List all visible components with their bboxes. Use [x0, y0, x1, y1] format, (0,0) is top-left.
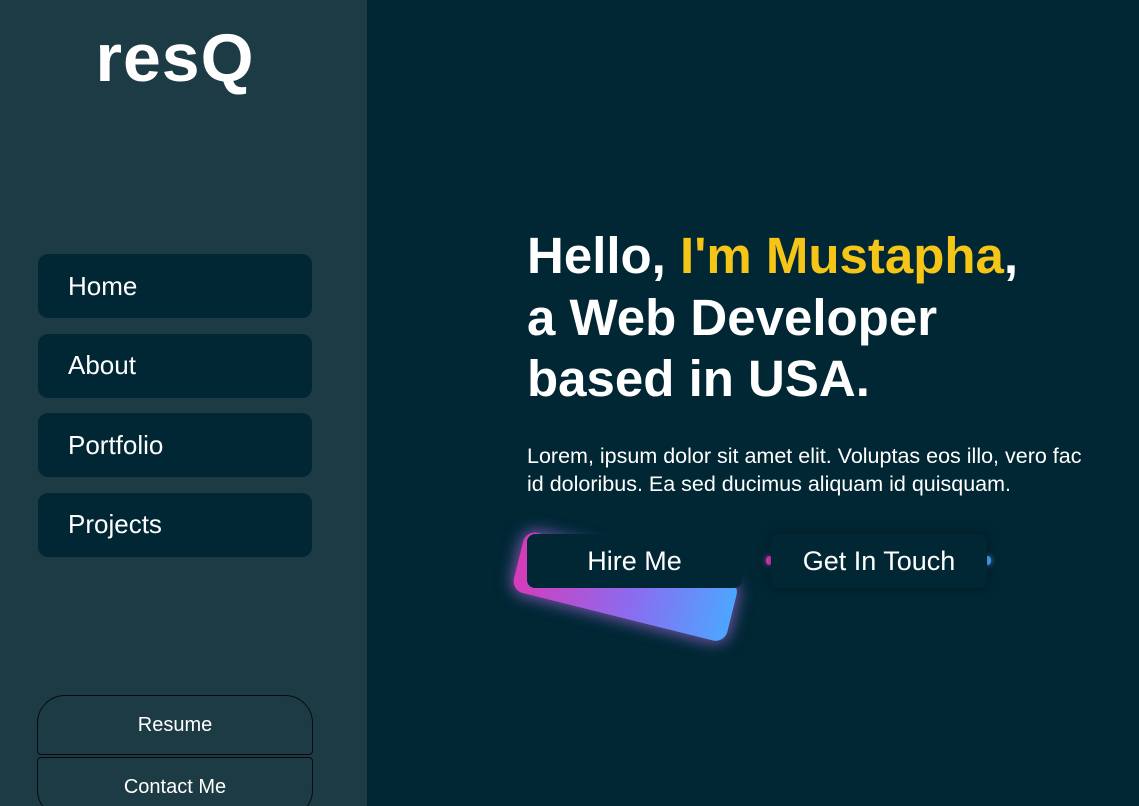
get-in-touch-button[interactable]: Get In Touch [771, 534, 987, 588]
get-in-touch-button-label: Get In Touch [802, 545, 956, 576]
hire-me-button-label: Hire Me [587, 545, 682, 576]
resume-button[interactable]: Resume [37, 695, 313, 755]
hero-name: I'm Mustapha [680, 227, 1004, 284]
greeting-suffix: , [1003, 227, 1019, 284]
nav-item-about[interactable]: About [38, 333, 312, 398]
hero-description-line-2: id doloribus. Ea sed ducimus aliquam id … [527, 472, 1012, 496]
nav-item-label: Projects [68, 509, 162, 539]
nav-item-home[interactable]: Home [38, 254, 312, 318]
contact-me-button-label: Contact Me [123, 776, 227, 798]
nav-item-label: Portfolio [68, 429, 164, 460]
contact-me-button[interactable]: Contact Me [37, 757, 313, 806]
hero-line-2: a Web Developer [527, 288, 938, 346]
greeting-prefix: Hello, [527, 227, 681, 284]
nav-item-label: Home [68, 270, 138, 301]
hero-description-line-1: Lorem, ipsum dolor sit amet elit. Volupt… [527, 444, 1082, 468]
hire-me-button[interactable]: Hire Me [527, 534, 742, 588]
sidebar-nav: Home About Portfolio Projects [38, 254, 312, 572]
app-root: resQ Home About Portfolio Projects Resum… [0, 0, 1139, 806]
nav-item-projects[interactable]: Projects [38, 492, 312, 557]
logo[interactable]: resQ [0, 18, 350, 98]
hero-line-3: based in USA. [527, 350, 870, 407]
hero-description: Lorem, ipsum dolor sit amet elit. Volupt… [527, 442, 1139, 498]
resume-button-label: Resume [137, 713, 213, 736]
sidebar: resQ Home About Portfolio Projects Resum… [0, 0, 367, 806]
nav-item-portfolio[interactable]: Portfolio [38, 413, 312, 477]
sidebar-actions: Resume Contact Me [37, 695, 313, 806]
nav-item-label: About [68, 350, 136, 380]
hero-section: Hello, I'm Mustapha, a Web Developer bas… [527, 225, 1018, 410]
hero-headline: Hello, I'm Mustapha, a Web Developer bas… [527, 225, 1018, 410]
